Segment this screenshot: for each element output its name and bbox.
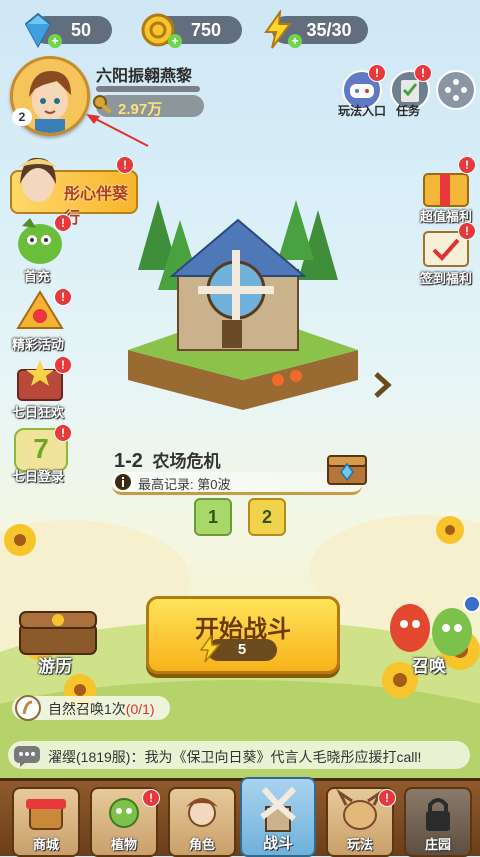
summon-task-text: 自然召唤1次(0/1) — [48, 699, 155, 719]
info-icon — [115, 474, 131, 490]
nav-characters[interactable]: 角色 — [168, 787, 236, 857]
nav-gameplay-label: 玩法 — [346, 837, 373, 852]
character-icon — [186, 798, 218, 827]
red-arrow-annotation — [86, 114, 149, 147]
travel-label: 游历 — [38, 657, 72, 676]
task-label: 任务 — [396, 104, 421, 118]
stage-island-scene[interactable] — [118, 180, 368, 420]
gameplay-label: 玩法入口 — [338, 104, 387, 118]
diamond-counter[interactable]: + 50 — [24, 12, 112, 49]
summon-task-icon — [15, 695, 41, 721]
value-welfare-badge: ! — [458, 156, 476, 174]
task-badge: ! — [414, 64, 432, 82]
energy-cost-value: 5 — [237, 641, 247, 658]
reward-chest-icon[interactable] — [326, 452, 368, 486]
stage-name: 农场危机 — [152, 452, 221, 471]
banner-girl-portrait — [18, 157, 58, 202]
coin-counter[interactable]: + 750 — [141, 13, 242, 48]
best-record: 最高记录: 第0波 — [138, 477, 231, 492]
add-coin-icon[interactable]: + — [168, 34, 182, 48]
nav-shop[interactable]: 商城 — [12, 787, 80, 857]
more-button[interactable] — [436, 70, 476, 110]
gameplay-badge: ! — [368, 64, 386, 82]
next-stage-arrow-icon[interactable] — [372, 372, 394, 398]
activities-label: 精彩活动 — [12, 337, 65, 352]
carnival-badge: ! — [54, 356, 72, 374]
nav-battle-label: 战斗 — [262, 835, 293, 852]
player-name: 六阳振翱燕黎 — [96, 68, 193, 85]
add-diamond-icon[interactable]: + — [48, 34, 62, 48]
signin-welfare-badge: ! — [458, 222, 476, 240]
nav-gameplay-badge: ! — [378, 789, 396, 807]
banner-badge: ! — [116, 156, 134, 174]
diamond-value: 50 — [70, 19, 92, 40]
nav-characters-label: 角色 — [188, 837, 215, 852]
coin-value: 750 — [190, 19, 222, 40]
nav-battle[interactable]: 战斗 — [240, 777, 316, 857]
shop-icon — [26, 799, 66, 830]
value-welfare-icon[interactable] — [420, 168, 472, 208]
signin-welfare-label: 签到福利 — [420, 271, 473, 286]
player-level-badge: 2 — [12, 108, 32, 126]
summon-task-progress: (0/1) — [125, 701, 155, 717]
chat-message: 濯缨(1819服)：我为《保卫向日葵》代言人毛晓彤应援打call! — [48, 749, 422, 765]
stage-title: 1-2 农场危机 — [114, 447, 220, 473]
nav-manor-label: 庄园 — [424, 837, 451, 852]
energy-value: 35/30 — [306, 19, 352, 40]
login-badge: ! — [54, 424, 72, 442]
first-charge-badge: ! — [54, 214, 72, 232]
bottom-nav: 商城 植物 ! 角色 战斗 玩法 ! 庄园 — [0, 777, 480, 857]
nav-plants-badge: ! — [142, 789, 160, 807]
summon-label: 召唤 — [412, 657, 446, 676]
add-energy-icon[interactable]: + — [288, 34, 302, 48]
carnival-label: 七日狂欢 — [12, 405, 65, 420]
nav-shop-label: 商城 — [32, 837, 59, 852]
stage-number: 1-2 — [114, 450, 143, 472]
first-charge-label: 首充 — [24, 269, 51, 284]
wave-1-button[interactable]: 1 — [194, 498, 232, 536]
lock-icon — [426, 798, 450, 831]
nav-plants-label: 植物 — [110, 837, 137, 852]
chat-bubble-icon — [14, 746, 40, 767]
summon-task-label: 自然召唤1次 — [48, 701, 126, 717]
exp-bar — [96, 86, 200, 92]
login-label: 七日登录 — [12, 469, 65, 484]
activities-badge: ! — [54, 288, 72, 306]
dpad-icon — [445, 79, 467, 101]
energy-counter[interactable]: + 35/30 — [264, 10, 368, 49]
nav-manor[interactable]: 庄园 — [404, 787, 472, 857]
energy-cost: 5 — [199, 635, 277, 663]
energy-cost-icon — [199, 635, 221, 663]
wave-2-button[interactable]: 2 — [248, 498, 286, 536]
windmill-icon — [260, 786, 297, 832]
start-battle-button[interactable]: 开始战斗 5 — [146, 596, 340, 674]
